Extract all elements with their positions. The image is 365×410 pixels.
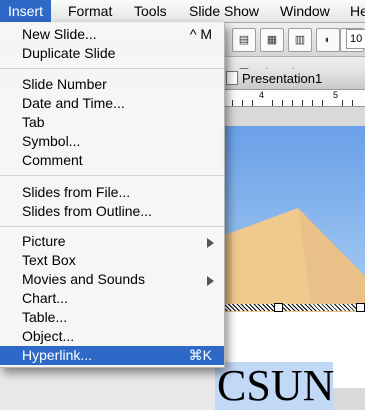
menu-separator [0,226,224,227]
menu-item-label: Object... [22,328,75,344]
menu-item-new-slide[interactable]: New Slide... ^ M [0,25,224,44]
document-title: Presentation1 [242,71,323,86]
menu-item-label: Text Box [22,252,76,268]
menu-separator [0,175,224,176]
ruler-mark-5: 5 [333,90,339,100]
slide-canvas[interactable] [222,126,365,388]
menu-item-label: Symbol... [22,133,81,149]
menu-item-label: Hyperlink... [22,347,93,363]
menu-item-slide-number[interactable]: Slide Number [0,75,224,94]
slide-title-text[interactable]: CSUN [215,362,334,410]
document-title-bar: Presentation1 [220,69,365,90]
menu-item-label: Duplicate Slide [22,45,116,61]
submenu-arrow-icon [207,276,214,286]
menu-item-text-box[interactable]: Text Box [0,251,224,270]
menu-item-label: Date and Time... [22,95,125,111]
menu-item-chart[interactable]: Chart... [0,289,224,308]
menu-insert[interactable]: Insert [0,0,52,22]
menu-item-slides-from-file[interactable]: Slides from File... [0,183,224,202]
menu-separator [0,68,224,69]
menu-item-object[interactable]: Object... [0,327,224,346]
menu-item-shortcut: ^ M [189,26,212,42]
menu-item-symbol[interactable]: Symbol... [0,132,224,151]
menu-item-label: Tab [22,114,45,130]
menu-item-duplicate-slide[interactable]: Duplicate Slide [0,44,224,63]
menu-item-label: Picture [22,233,66,249]
menu-item-label: Slides from Outline... [22,203,152,219]
grid-icon[interactable]: ▥ [288,28,312,52]
selection-border[interactable] [222,304,365,311]
resize-handle[interactable] [274,303,283,312]
menu-item-slides-from-outline[interactable]: Slides from Outline... [0,202,224,221]
menu-slide-show[interactable]: Slide Show [181,0,267,22]
ruler[interactable]: 4 5 [222,90,365,107]
menu-item-comment[interactable]: Comment [0,151,224,170]
menu-item-table[interactable]: Table... [0,308,224,327]
ruler-mark-4: 4 [259,90,265,100]
menu-bar: Insert Format Tools Slide Show Window He [0,0,365,23]
menu-item-hyperlink[interactable]: Hyperlink... ⌘K [0,346,224,365]
document-icon [226,71,238,85]
menu-item-label: Slide Number [22,76,107,92]
zoom-field[interactable]: 10 [346,29,365,49]
menu-format[interactable]: Format [60,0,120,22]
menu-item-label: Chart... [22,290,68,306]
menu-item-label: Slides from File... [22,184,131,200]
menu-item-label: New Slide... [22,26,97,42]
insert-menu: New Slide... ^ M Duplicate Slide Slide N… [0,22,225,368]
menu-tools[interactable]: Tools [126,0,175,22]
menu-help[interactable]: He [342,0,365,22]
menu-item-picture[interactable]: Picture [0,232,224,251]
menu-item-movies-sounds[interactable]: Movies and Sounds [0,270,224,289]
contrast-icon[interactable]: ◐ [316,28,340,52]
building-image [222,208,365,312]
layout-icon[interactable]: ▦ [260,28,284,52]
new-slide-icon[interactable]: ▤ [232,28,256,52]
menu-item-label: Movies and Sounds [22,271,145,287]
menu-item-label: Table... [22,309,68,325]
menu-window[interactable]: Window [272,0,338,22]
menu-item-date-time[interactable]: Date and Time... [0,94,224,113]
resize-handle[interactable] [356,303,365,312]
menu-item-tab[interactable]: Tab [0,113,224,132]
slide-photo [222,126,365,312]
menu-item-shortcut: ⌘K [188,347,212,363]
submenu-arrow-icon [207,238,214,248]
menu-item-label: Comment [22,152,83,168]
